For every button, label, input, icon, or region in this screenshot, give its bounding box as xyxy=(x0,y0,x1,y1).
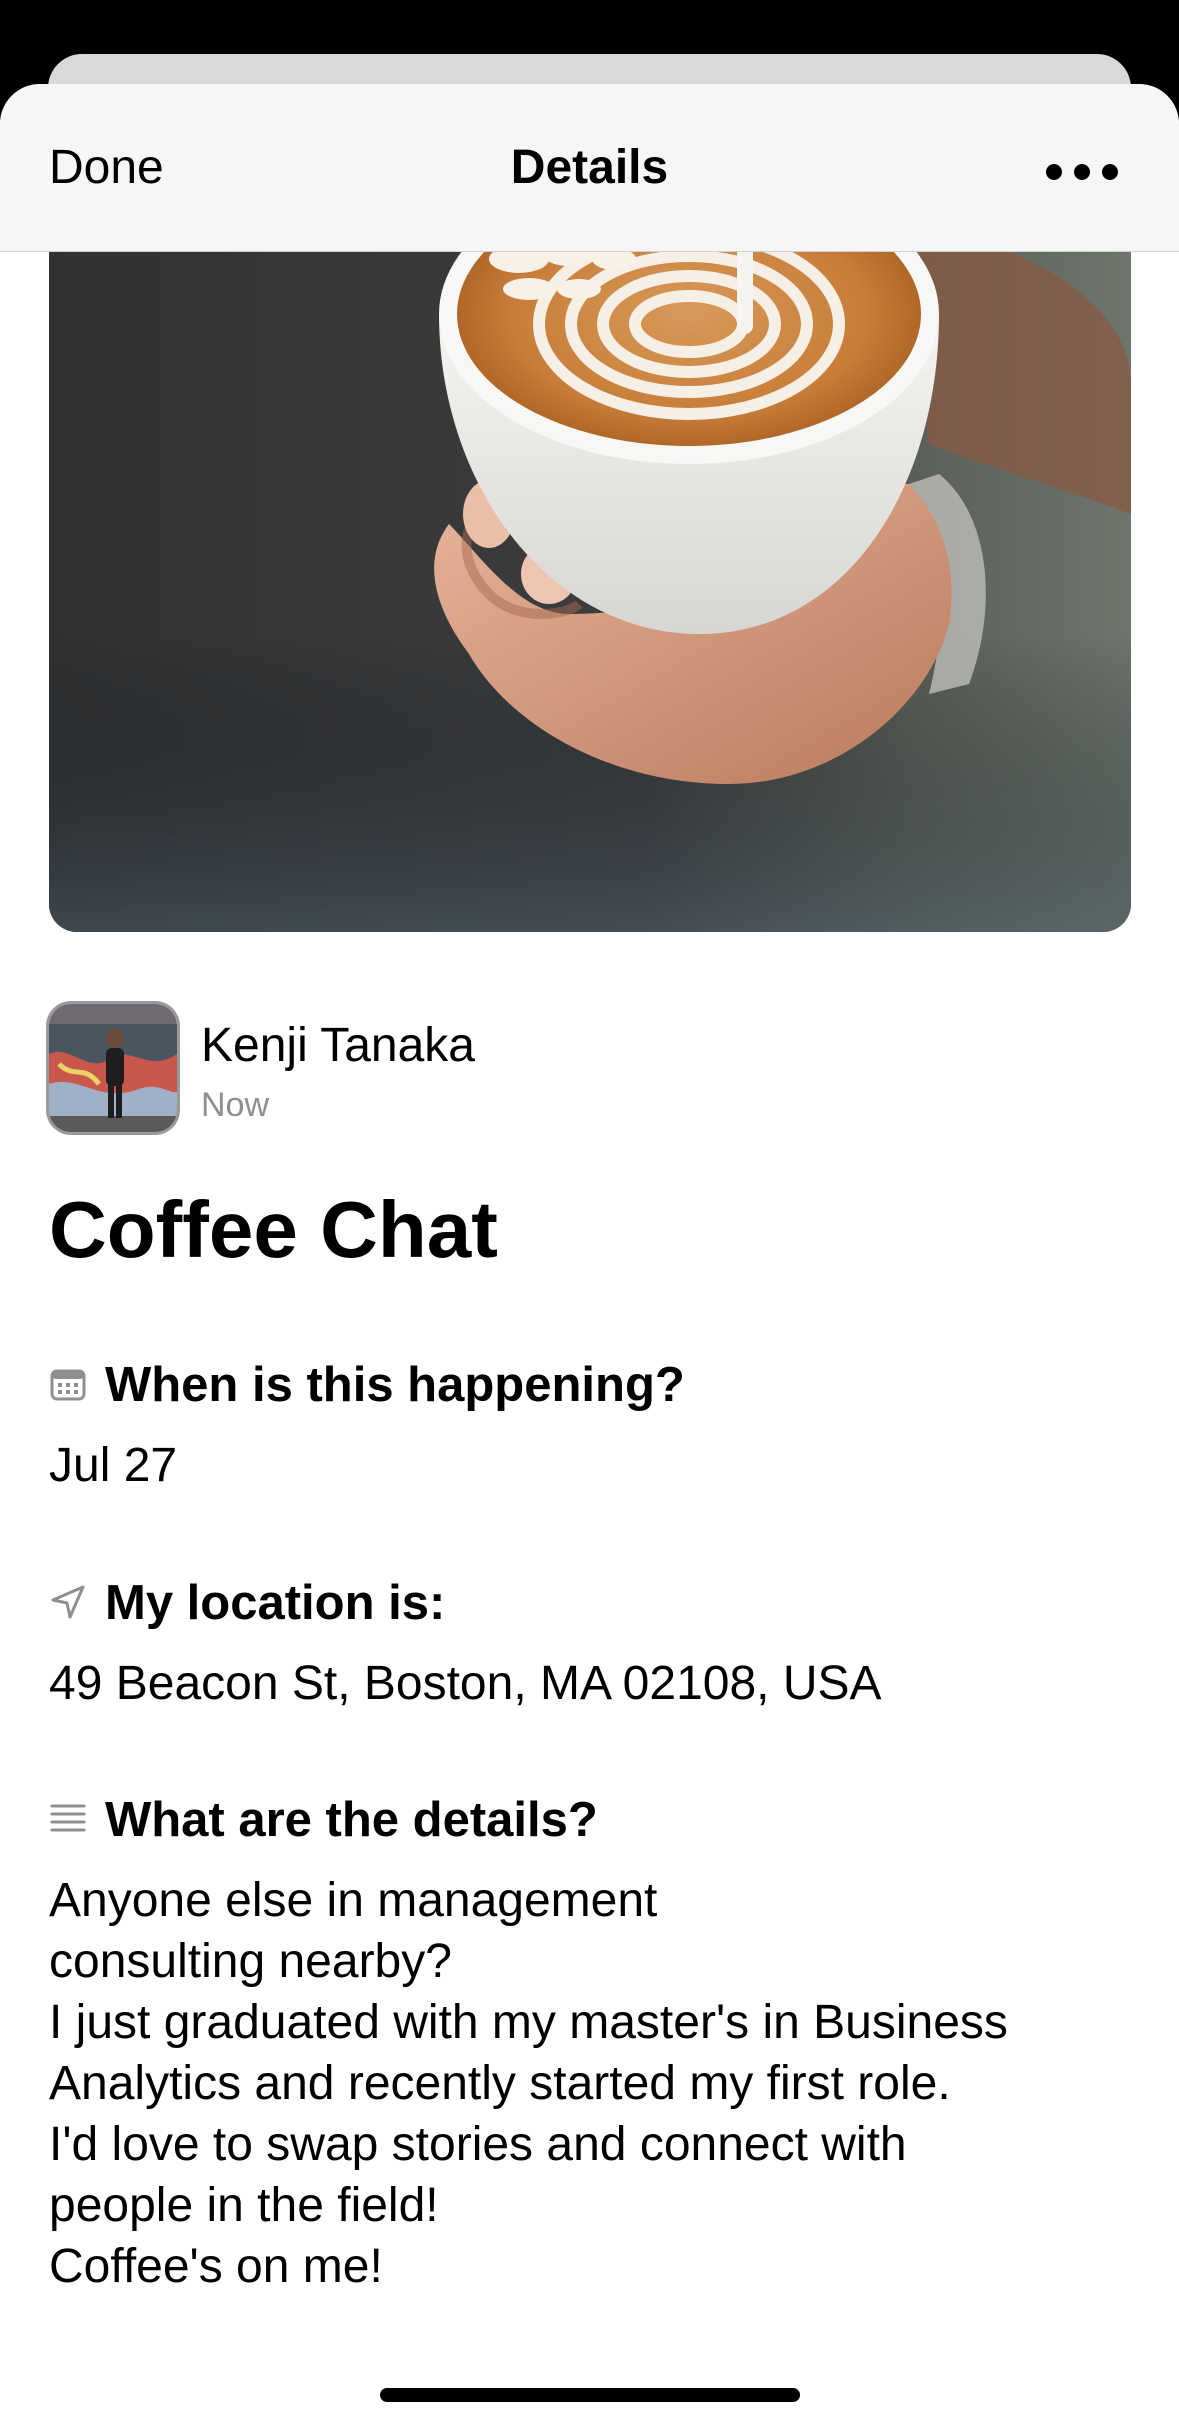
more-options-icon[interactable] xyxy=(1046,164,1118,180)
field-label-details: What are the details? xyxy=(105,1793,598,1847)
field-details: What are the details? Anyone else in man… xyxy=(49,1784,1131,2297)
author-name[interactable]: Kenji Tanaka xyxy=(201,1018,475,1073)
field-label-location: My location is: xyxy=(105,1576,446,1630)
text-lines-icon xyxy=(49,1800,87,1838)
post-title: Coffee Chat xyxy=(49,1185,498,1274)
field-label-when: When is this happening? xyxy=(105,1358,685,1412)
done-button[interactable]: Done xyxy=(49,140,164,195)
home-indicator[interactable] xyxy=(380,2388,800,2402)
location-arrow-icon xyxy=(49,1583,87,1621)
details-sheet: Done Details Kenji Tanaka Now Coffee Cha… xyxy=(0,84,1179,2433)
hero-image xyxy=(49,184,1131,932)
field-location: My location is: 49 Beacon St, Boston, MA… xyxy=(49,1567,1131,1714)
field-value-location[interactable]: 49 Beacon St, Boston, MA 02108, USA xyxy=(49,1653,1131,1714)
field-value-date: Jul 27 xyxy=(49,1439,178,1492)
author-info: Kenji Tanaka Now xyxy=(49,1004,1131,1144)
post-timestamp: Now xyxy=(201,1086,270,1124)
field-when: When is this happening? Jul 27 xyxy=(49,1349,1131,1496)
calendar-icon xyxy=(49,1365,87,1403)
avatar[interactable] xyxy=(49,1004,177,1132)
field-value-details: Anyone else in management consulting nea… xyxy=(49,1874,1008,2293)
navigation-bar: Done Details xyxy=(0,84,1179,252)
page-title: Details xyxy=(510,141,669,194)
